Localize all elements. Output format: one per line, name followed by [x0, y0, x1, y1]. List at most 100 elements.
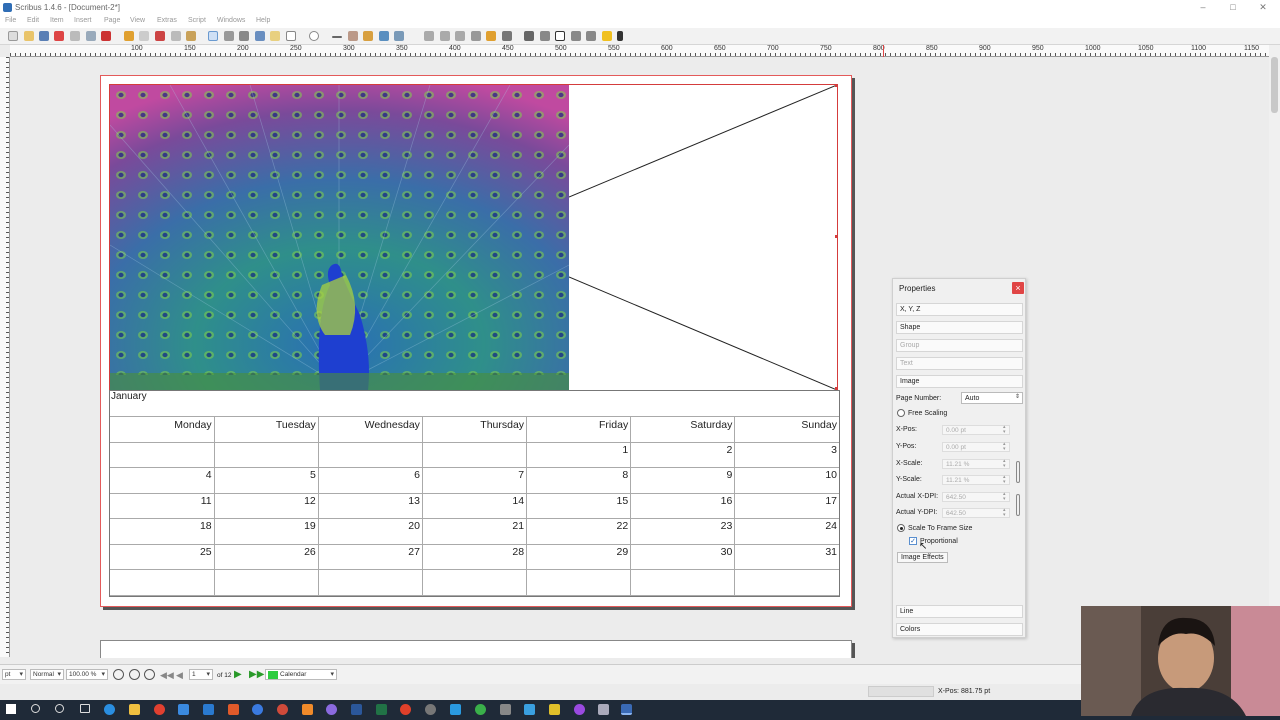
- horizontal-ruler[interactable]: 100 150 200 250 300 350 400 450 500 550 …: [10, 45, 1270, 57]
- print-icon[interactable]: [70, 31, 80, 41]
- taskbar-app-icon[interactable]: [524, 704, 535, 715]
- freehand-icon[interactable]: [363, 31, 373, 41]
- calendar-frame[interactable]: January Monday Tuesday Wednesday Thursda…: [109, 390, 840, 597]
- cut-icon[interactable]: [155, 31, 165, 41]
- taskbar-app-icon[interactable]: [277, 704, 288, 715]
- frame-handle[interactable]: [835, 235, 838, 238]
- close-window-icon[interactable]: ✕: [1252, 1, 1274, 13]
- link-frames-icon[interactable]: [440, 31, 450, 41]
- taskbar-app-icon[interactable]: [425, 704, 436, 715]
- bezier-icon[interactable]: [348, 31, 358, 41]
- chrome-icon[interactable]: [154, 704, 165, 715]
- taskbar-app-icon[interactable]: [500, 704, 511, 715]
- new-document-icon[interactable]: [8, 31, 18, 41]
- menu-insert[interactable]: Insert: [74, 17, 92, 24]
- excel-icon[interactable]: [376, 704, 387, 715]
- taskbar-app-icon[interactable]: [178, 704, 189, 715]
- first-page-icon[interactable]: ◀◀: [160, 670, 174, 681]
- store-icon[interactable]: [203, 704, 214, 715]
- edit-contents-icon[interactable]: [424, 31, 434, 41]
- close-palette-button[interactable]: ×: [1012, 282, 1024, 294]
- pdf-push-button-icon[interactable]: [524, 31, 534, 41]
- zoom-in-icon[interactable]: [144, 669, 155, 680]
- scribus-taskbar-icon[interactable]: [621, 704, 632, 715]
- xdpi-field[interactable]: 642.50: [942, 492, 1010, 502]
- shape-icon[interactable]: [286, 31, 296, 41]
- menu-script[interactable]: Script: [188, 17, 206, 24]
- zoom-100-icon[interactable]: [129, 669, 140, 680]
- edge-icon[interactable]: [104, 704, 115, 715]
- document-canvas[interactable]: January Monday Tuesday Wednesday Thursda…: [11, 58, 1269, 658]
- close-document-icon[interactable]: [54, 31, 64, 41]
- open-icon[interactable]: [24, 31, 34, 41]
- undo-icon[interactable]: [124, 31, 134, 41]
- unlink-frames-icon[interactable]: [455, 31, 465, 41]
- render-frame-icon[interactable]: [255, 31, 265, 41]
- word-icon[interactable]: [351, 704, 362, 715]
- copy-icon[interactable]: [171, 31, 181, 41]
- yscale-field[interactable]: 11.21 %: [942, 475, 1010, 485]
- next-document-page[interactable]: [100, 640, 852, 658]
- xpos-field[interactable]: 0.00 pt: [942, 425, 1010, 435]
- menu-page[interactable]: Page: [104, 17, 120, 24]
- last-page-icon[interactable]: ▶▶: [249, 669, 264, 680]
- menu-item[interactable]: Item: [50, 17, 64, 24]
- pdf-text-field-icon[interactable]: [540, 31, 550, 41]
- ydpi-field[interactable]: 642.50: [942, 508, 1010, 518]
- taskbar-app-icon[interactable]: [252, 704, 263, 715]
- section-shape[interactable]: Shape: [896, 321, 1023, 334]
- pdf-list-box-icon[interactable]: [586, 31, 596, 41]
- camera-icon[interactable]: [598, 704, 609, 715]
- taskbar-app-icon[interactable]: [228, 704, 239, 715]
- taskbar-app-icon[interactable]: [549, 704, 560, 715]
- image-frame-icon[interactable]: [239, 31, 249, 41]
- section-text[interactable]: Text: [896, 357, 1023, 370]
- free-scaling-radio[interactable]: [897, 409, 905, 417]
- taskbar-app-icon[interactable]: [574, 704, 585, 715]
- proportional-checkbox[interactable]: ✓: [909, 537, 917, 545]
- taskbar-app-icon[interactable]: [326, 704, 337, 715]
- menu-extras[interactable]: Extras: [157, 17, 177, 24]
- select-item-icon[interactable]: [208, 31, 218, 41]
- zoom-icon[interactable]: [394, 31, 404, 41]
- menu-edit[interactable]: Edit: [27, 17, 39, 24]
- vertical-scrollbar[interactable]: [1269, 45, 1280, 665]
- section-line[interactable]: Line: [896, 605, 1023, 618]
- rotate-icon[interactable]: [379, 31, 389, 41]
- text-frame-icon[interactable]: [224, 31, 234, 41]
- export-pdf-icon[interactable]: [101, 31, 111, 41]
- pdf-combo-box-icon[interactable]: [571, 31, 581, 41]
- chain-link-icon[interactable]: [1016, 461, 1020, 483]
- table-icon[interactable]: [270, 31, 280, 41]
- menu-view[interactable]: View: [130, 17, 145, 24]
- paste-icon[interactable]: [186, 31, 196, 41]
- section-colors[interactable]: Colors: [896, 623, 1023, 636]
- taskbar-app-icon[interactable]: [400, 704, 411, 715]
- redo-icon[interactable]: [139, 31, 149, 41]
- next-page-icon[interactable]: ▶: [234, 669, 242, 680]
- image-effects-button[interactable]: Image Effects: [897, 552, 948, 563]
- page-select[interactable]: 1: [189, 669, 213, 680]
- scrollbar-thumb[interactable]: [1271, 57, 1278, 113]
- image-frame[interactable]: [109, 84, 838, 391]
- polygon-icon[interactable]: [309, 31, 319, 41]
- text-annotation-icon[interactable]: [602, 31, 612, 41]
- scale-to-frame-radio[interactable]: [897, 524, 905, 532]
- menu-help[interactable]: Help: [256, 17, 270, 24]
- frame-handle[interactable]: [835, 84, 838, 87]
- chain-link-icon[interactable]: [1016, 494, 1020, 516]
- save-icon[interactable]: [39, 31, 49, 41]
- layer-select[interactable]: Calendar: [265, 669, 337, 680]
- preview-mode-select[interactable]: Normal: [30, 669, 64, 680]
- menu-file[interactable]: File: [5, 17, 16, 24]
- xscale-field[interactable]: 11.21 %: [942, 459, 1010, 469]
- file-explorer-icon[interactable]: [129, 704, 140, 715]
- measurements-icon[interactable]: [471, 31, 481, 41]
- zoom-out-icon[interactable]: [113, 669, 124, 680]
- minimize-icon[interactable]: –: [1192, 1, 1214, 13]
- section-group[interactable]: Group: [896, 339, 1023, 352]
- taskbar-app-icon[interactable]: [475, 704, 486, 715]
- section-image[interactable]: Image: [896, 375, 1023, 388]
- unit-select[interactable]: pt: [2, 669, 26, 680]
- link-annotation-icon[interactable]: [617, 31, 623, 41]
